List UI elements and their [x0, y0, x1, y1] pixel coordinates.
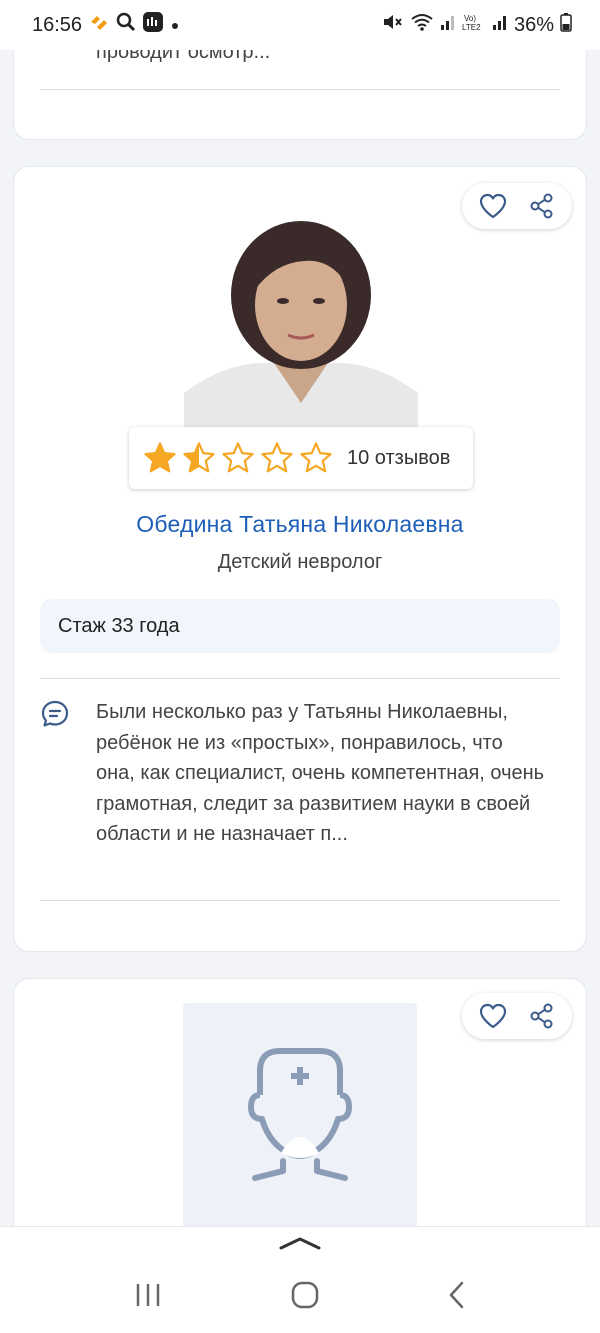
home-button[interactable]: [290, 1280, 320, 1315]
signal-icon-1: [440, 13, 456, 37]
comment-icon: [40, 699, 70, 734]
svg-text:Vo): Vo): [464, 14, 476, 23]
doctor-card[interactable]: 10 отзывов Обедина Татьяна Николаевна Де…: [13, 166, 587, 952]
back-button[interactable]: [447, 1280, 467, 1315]
favorite-share-group: [462, 183, 572, 229]
card-divider: [40, 89, 560, 90]
card-divider: [40, 678, 560, 679]
rating-box[interactable]: 10 отзывов: [129, 427, 473, 489]
star-icon: [183, 442, 215, 473]
review-snippet[interactable]: Были несколько раз у Татьяны Николаевны,…: [96, 697, 546, 850]
svg-text:LTE2: LTE2: [462, 23, 481, 32]
doctor-photo[interactable]: [184, 213, 418, 427]
messenger-notification-icon: [142, 11, 164, 39]
battery-icon: [560, 12, 572, 38]
star-icon: [261, 442, 293, 473]
recents-button[interactable]: [133, 1282, 163, 1313]
doctor-specialty: Детский невролог: [217, 551, 383, 573]
share-button[interactable]: [525, 189, 559, 223]
status-bar: 16:56 Vo) LTE2 36%: [0, 0, 600, 50]
app-notification-icon: [88, 13, 110, 37]
wifi-icon: [410, 12, 434, 38]
star-icon: [144, 442, 176, 473]
heart-icon: [479, 1003, 506, 1029]
star-icon: [300, 442, 332, 473]
share-icon: [530, 1003, 552, 1029]
star-icon: [222, 442, 254, 473]
favorite-button[interactable]: [476, 999, 510, 1033]
share-icon: [530, 193, 552, 219]
doctor-name[interactable]: Обедина Татьяна Николаевна: [14, 511, 586, 538]
reviews-count[interactable]: 10 отзывов: [347, 447, 450, 470]
doctor-photo-placeholder[interactable]: [183, 1003, 417, 1233]
more-notifications-dot-icon: [170, 14, 180, 37]
recents-icon: [137, 1283, 160, 1306]
experience-badge: Стаж 33 года: [40, 599, 560, 653]
mute-icon: [382, 12, 404, 38]
favorite-share-group: [462, 993, 572, 1039]
doctor-avatar-icon: [248, 1048, 352, 1181]
favorite-button[interactable]: [476, 189, 510, 223]
share-button[interactable]: [525, 999, 559, 1033]
back-icon: [449, 1281, 463, 1308]
home-icon: [291, 1281, 319, 1308]
search-notification-icon: [116, 12, 136, 38]
rating-stars: [143, 441, 333, 475]
heart-icon: [479, 193, 506, 219]
card-divider: [40, 900, 560, 901]
chevron-up-icon: [279, 1237, 321, 1250]
signal-icon-2: [492, 13, 508, 37]
collapse-handle[interactable]: [279, 1235, 321, 1256]
system-navbar: [0, 1262, 600, 1332]
experience-text: Стаж 33 года: [58, 614, 180, 637]
battery-level: 36%: [513, 13, 554, 36]
volte-icon: Vo) LTE2: [462, 12, 486, 38]
status-time: 16:56: [32, 13, 83, 36]
